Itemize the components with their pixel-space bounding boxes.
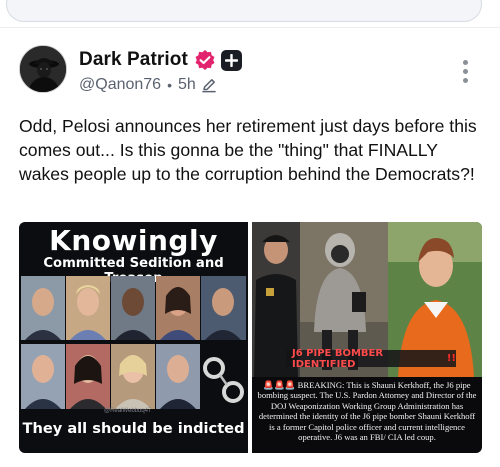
banner-text: J6 PIPE BOMBER IDENTIFIED: [292, 347, 384, 370]
dot-icon: [463, 60, 468, 65]
portrait-grid: [21, 276, 246, 409]
post-card[interactable]: Dark Patriot @Qanon76 • 5h Odd, Pelosi a…: [0, 28, 500, 467]
post-body-text: Odd, Pelosi announces her retirement jus…: [19, 116, 477, 184]
avatar[interactable]: [19, 45, 67, 93]
plus-icon: [220, 49, 242, 71]
pencil-icon: [201, 77, 217, 93]
image-headline: Knowingly: [49, 224, 218, 257]
author-display-name[interactable]: Dark Patriot: [79, 49, 188, 71]
top-bar: [0, 0, 500, 28]
author-name-row: Dark Patriot: [79, 48, 242, 72]
verified-badge-icon: [194, 49, 216, 71]
separator-dot: •: [167, 77, 172, 93]
dot-icon: [463, 69, 468, 74]
post-time: 5h: [177, 76, 196, 93]
more-options-button[interactable]: [456, 58, 476, 86]
image-watermark: @RealWebbuq47: [104, 408, 152, 414]
post-image-left[interactable]: Knowingly Committed Sedition and Treason: [19, 222, 248, 453]
author-meta-row: @Qanon76 • 5h: [79, 74, 217, 96]
image-footer-text: They all should be indicted: [22, 420, 245, 437]
image-banner: J6 PIPE BOMBER IDENTIFIED !!: [286, 347, 456, 370]
post-image-right[interactable]: J6 PIPE BOMBER IDENTIFIED !! 🚨🚨🚨 BREAKIN…: [252, 222, 482, 453]
hooded-figure-avatar-icon: [20, 46, 66, 92]
compose-input-box[interactable]: [6, 0, 482, 22]
author-handle[interactable]: @Qanon76: [79, 76, 161, 94]
dot-icon: [463, 78, 468, 83]
siren-icons: 🚨🚨🚨: [263, 380, 296, 390]
banner-exclamation: !!: [446, 353, 456, 364]
image-caption: 🚨🚨🚨 BREAKING: This is Shauni Kerkhoff, t…: [255, 380, 479, 442]
